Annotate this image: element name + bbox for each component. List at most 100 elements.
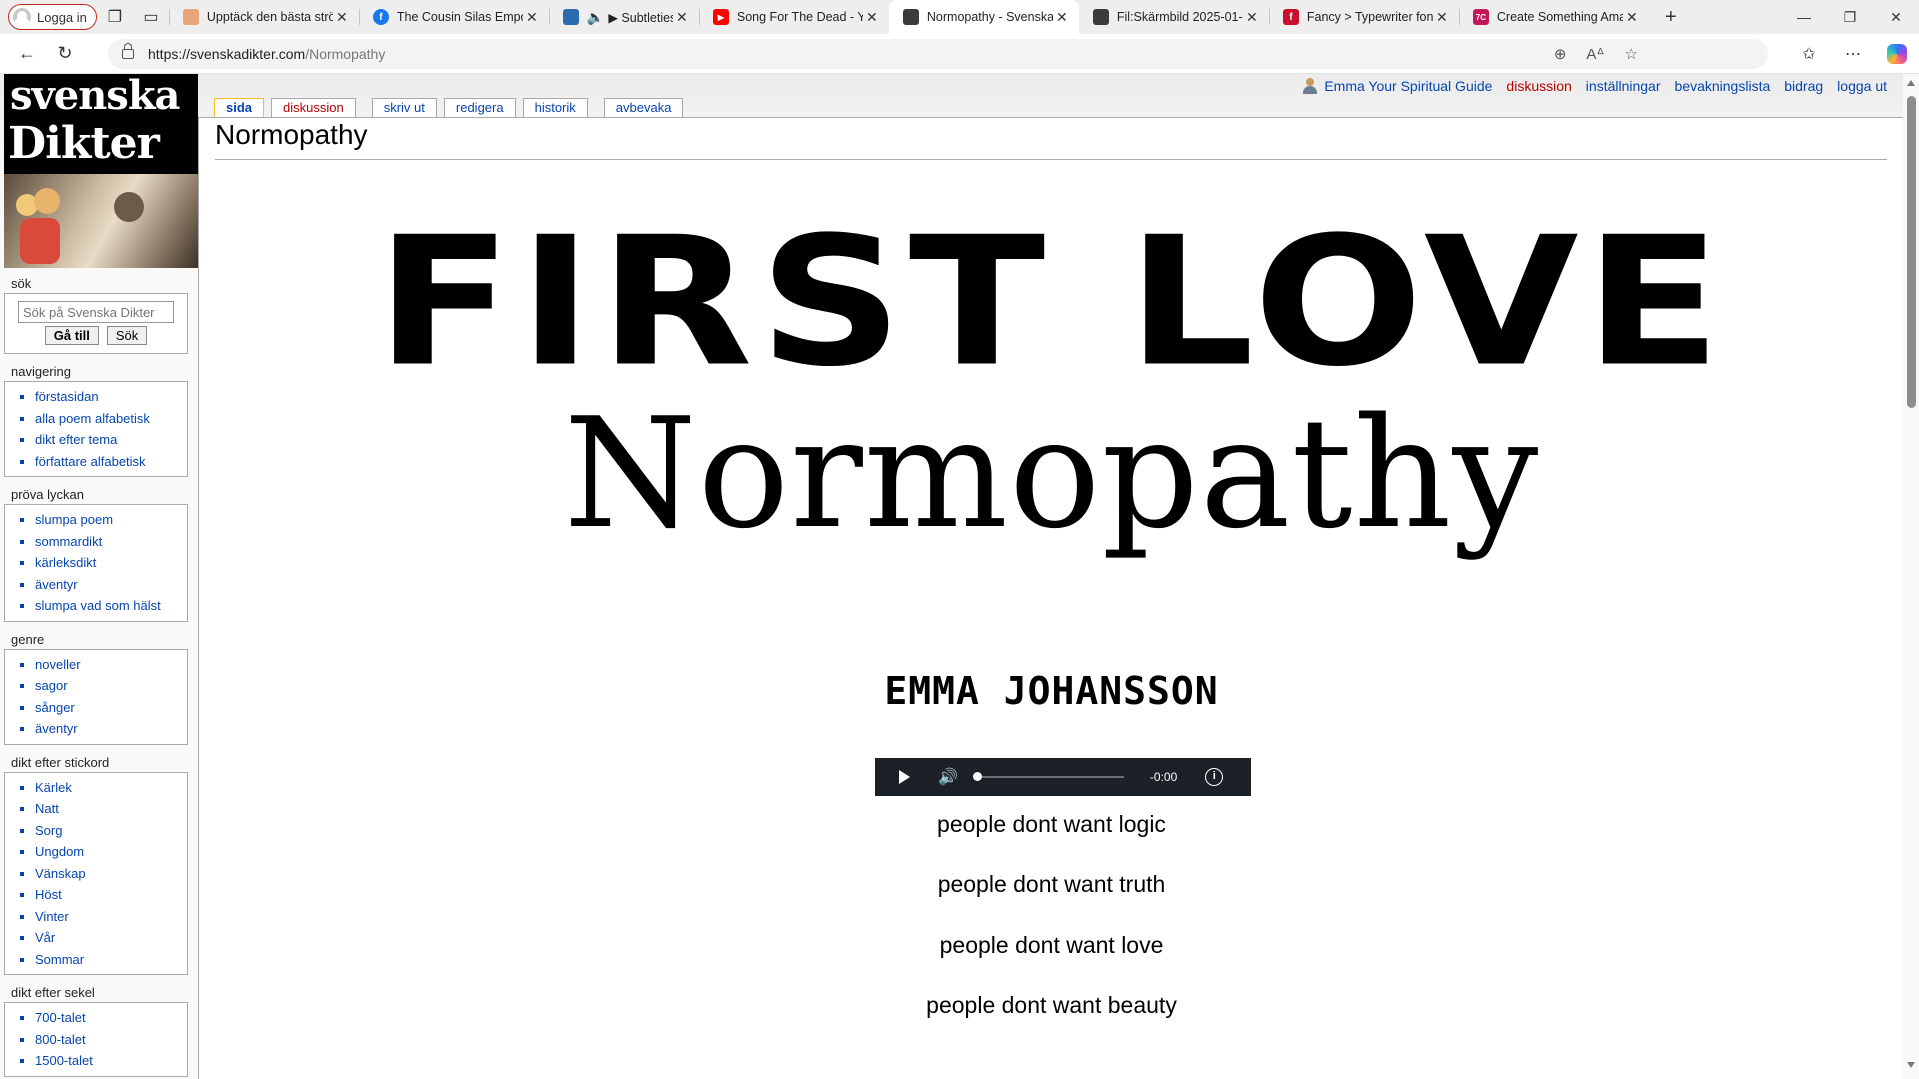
logout-link[interactable]: logga ut <box>1837 78 1887 94</box>
keyword-link[interactable]: Natt <box>35 798 181 820</box>
audio-playing-icon[interactable]: 🔈 <box>587 9 604 26</box>
tab-title: Create Something Amazing <box>1496 10 1623 24</box>
preferences-link[interactable]: inställningar <box>1586 78 1661 94</box>
favorite-star-icon[interactable]: ☆ <box>1625 45 1638 63</box>
watchlist-link[interactable]: bevakningslista <box>1675 78 1771 94</box>
sidebar: sök Gå till Sök navigering förstasidan a… <box>4 274 188 1079</box>
poem-title-graphic: Normopathy <box>563 385 1540 562</box>
luck-link[interactable]: äventyr <box>35 574 181 596</box>
read-aloud-icon[interactable]: Aᐞ <box>1586 45 1604 63</box>
scrollbar[interactable] <box>1903 74 1919 1079</box>
browser-tab[interactable]: f The Cousin Silas Emporium ✕ <box>358 0 549 34</box>
tab-actions-icon[interactable]: ▭ <box>133 0 169 34</box>
tab-print[interactable]: skriv ut <box>371 98 437 117</box>
back-icon[interactable]: ← <box>8 38 46 70</box>
keyword-link[interactable]: Ungdom <box>35 841 181 863</box>
refresh-icon[interactable]: ↻ <box>46 38 84 70</box>
century-link[interactable]: 800-talet <box>35 1029 181 1051</box>
luck-link[interactable]: sommardikt <box>35 531 181 553</box>
genre-link[interactable]: sagor <box>35 675 181 697</box>
browser-tab[interactable]: Upptäck den bästa strömningstjänsten ✕ <box>168 0 359 34</box>
zoom-icon[interactable]: ⊕ <box>1554 45 1567 63</box>
workspaces-icon[interactable]: ❐ <box>97 0 133 34</box>
contributions-link[interactable]: bidrag <box>1784 78 1823 94</box>
close-icon[interactable]: ✕ <box>1053 9 1071 26</box>
profile-button[interactable]: Logga in <box>8 4 97 30</box>
tab-page[interactable]: sida <box>214 98 265 117</box>
close-icon[interactable]: ✕ <box>1243 9 1261 26</box>
lock-icon[interactable] <box>122 43 134 59</box>
keyword-link[interactable]: Kärlek <box>35 777 181 799</box>
browser-tab[interactable]: 7C Create Something Amazing ✕ <box>1458 0 1649 34</box>
banner-heading: FIRST LOVE <box>375 198 1728 407</box>
genre-link[interactable]: äventyr <box>35 718 181 740</box>
luck-link[interactable]: slumpa vad som hälst <box>35 595 181 617</box>
content-area: Normopathy FIRST LOVE Normopathy EMMA JO… <box>198 117 1903 1079</box>
user-link[interactable]: Emma Your Spiritual Guide <box>1303 78 1492 94</box>
search-portlet: sök Gå till Sök <box>4 274 188 354</box>
user-name: Emma Your Spiritual Guide <box>1324 78 1493 94</box>
genre-heading: genre <box>11 631 45 647</box>
close-icon[interactable]: ✕ <box>523 9 541 26</box>
keyword-link[interactable]: Vinter <box>35 906 181 928</box>
search-button[interactable]: Sök <box>106 326 148 345</box>
close-icon[interactable]: ✕ <box>1433 9 1451 26</box>
nav-link[interactable]: alla poem alfabetisk <box>35 408 181 430</box>
seek-handle[interactable] <box>972 772 982 781</box>
browser-tab[interactable]: 🔈 ▶ Subtleties | Roger ✕ <box>548 0 699 34</box>
nav-link[interactable]: författare alfabetisk <box>35 451 181 473</box>
play-icon[interactable] <box>899 770 910 784</box>
keyword-link[interactable]: Vänskap <box>35 863 181 885</box>
tab-favicon-icon <box>562 9 579 25</box>
close-window-icon[interactable]: ✕ <box>1873 0 1919 34</box>
close-icon[interactable]: ✕ <box>863 9 881 26</box>
address-toolbar: ← ↻ https://svenskadikter.com/Normopathy… <box>0 34 1919 74</box>
genre-link[interactable]: noveller <box>35 654 181 676</box>
keyword-link[interactable]: Höst <box>35 884 181 906</box>
go-button[interactable]: Gå till <box>44 326 99 345</box>
tab-favicon-icon <box>1092 9 1109 25</box>
tab-title: The Cousin Silas Emporium <box>396 10 523 24</box>
nav-link[interactable]: dikt efter tema <box>35 429 181 451</box>
restore-icon[interactable]: ❐ <box>1827 0 1873 34</box>
close-icon[interactable]: ✕ <box>673 9 691 26</box>
luck-link[interactable]: slumpa poem <box>35 509 181 531</box>
genre-link[interactable]: sånger <box>35 697 181 719</box>
search-heading: sök <box>11 276 32 291</box>
tab-discussion[interactable]: diskussion <box>271 98 356 117</box>
url-field[interactable]: https://svenskadikter.com/Normopathy ⊕ A… <box>108 39 1768 69</box>
browser-tab[interactable]: Fil:Skärmbild 2025-01-16 ✕ <box>1079 0 1269 34</box>
audio-seek-bar[interactable] <box>972 772 1124 781</box>
site-logo[interactable]: svenska Dikter <box>4 74 198 268</box>
new-tab-button[interactable]: + <box>1655 0 1687 34</box>
info-icon[interactable]: i <box>1205 768 1224 786</box>
scrollbar-thumb[interactable] <box>1907 96 1916 408</box>
browser-tab[interactable]: ▶ Song For The Dead - YouTube ✕ <box>698 0 889 34</box>
search-input[interactable] <box>18 301 174 323</box>
browser-tab[interactable]: f Fancy > Typewriter fonts ✕ <box>1268 0 1459 34</box>
century-link[interactable]: 1500-talet <box>35 1050 181 1072</box>
tab-history[interactable]: historik <box>522 98 588 117</box>
century-link[interactable]: 700-talet <box>35 1007 181 1029</box>
user-talk-link[interactable]: diskussion <box>1506 78 1571 94</box>
keyword-link[interactable]: Sorg <box>35 820 181 842</box>
tab-title: Fancy > Typewriter fonts <box>1306 10 1433 24</box>
tab-edit[interactable]: redigera <box>443 98 516 117</box>
close-icon[interactable]: ✕ <box>1623 9 1641 26</box>
keyword-link[interactable]: Sommar <box>35 949 181 971</box>
scroll-up-arrow-icon[interactable] <box>1907 80 1915 86</box>
minimize-icon[interactable]: — <box>1781 0 1827 34</box>
more-menu-icon[interactable]: ⋯ <box>1831 38 1875 70</box>
scroll-down-arrow-icon[interactable] <box>1907 1062 1915 1068</box>
tab-unwatch[interactable]: avbevaka <box>603 98 684 117</box>
volume-icon[interactable]: 🔊 <box>938 767 958 787</box>
copilot-icon[interactable] <box>1887 44 1907 64</box>
browser-tab-active[interactable]: Normopathy - Svenska Dikter ✕ <box>888 0 1079 34</box>
keyword-link[interactable]: Vår <box>35 927 181 949</box>
century-portlet: dikt efter sekel 700-talet 800-talet 150… <box>4 983 188 1077</box>
favorites-icon[interactable]: ✩ <box>1787 38 1831 70</box>
close-icon[interactable]: ✕ <box>333 9 351 26</box>
luck-link[interactable]: kärleksdikt <box>35 552 181 574</box>
logo-text-bottom: Dikter <box>8 118 160 169</box>
nav-link[interactable]: förstasidan <box>35 386 181 408</box>
